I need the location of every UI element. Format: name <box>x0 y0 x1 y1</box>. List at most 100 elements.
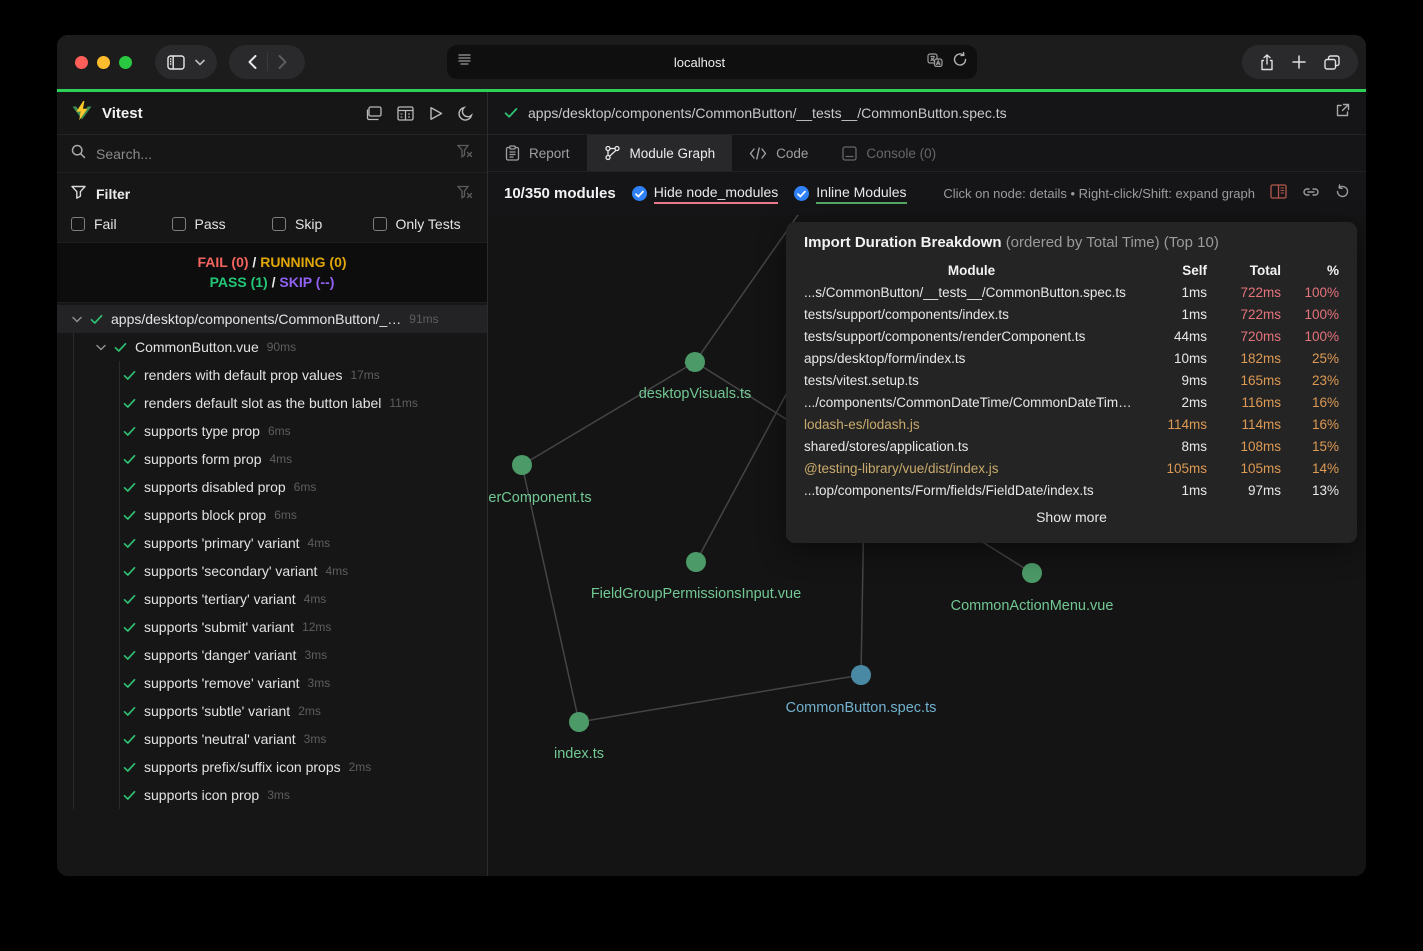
graph-node-label-index[interactable]: index.ts <box>554 746 604 762</box>
test-label[interactable]: supports 'secondary' variant <box>144 563 317 579</box>
test-label[interactable]: supports icon prop <box>144 787 259 803</box>
module-graph-canvas[interactable]: desktopVisuals.ts erComponent.ts FieldGrou… <box>488 215 1366 876</box>
toggle-hide-node-modules[interactable]: Hide node_modules <box>632 184 779 204</box>
test-label[interactable]: renders default slot as the button label <box>144 395 381 411</box>
graph-node-label-commonActionMenu[interactable]: CommonActionMenu.vue <box>951 598 1114 614</box>
tab-code[interactable]: Code <box>732 135 825 171</box>
sidebar-toggle-group[interactable] <box>155 45 217 79</box>
module-name[interactable]: shared/stores/application.ts <box>804 436 1139 458</box>
test-row[interactable]: supports 'submit' variant12ms <box>120 613 487 641</box>
chevron-down-icon[interactable] <box>96 344 106 351</box>
legend-book-icon[interactable] <box>1270 184 1287 204</box>
test-row[interactable]: renders with default prop values17ms <box>120 361 487 389</box>
suite-row[interactable]: CommonButton.vue 90ms <box>74 333 487 361</box>
module-name[interactable]: ...top/components/Form/fields/FieldDate/… <box>804 480 1139 502</box>
test-row[interactable]: supports 'remove' variant3ms <box>120 669 487 697</box>
tab-console-0[interactable]: Console (0) <box>825 135 953 171</box>
graph-node-commonButtonSpec[interactable] <box>851 665 871 685</box>
filter-option-skip[interactable]: Skip <box>272 216 373 232</box>
test-row[interactable]: supports form prop4ms <box>120 445 487 473</box>
module-name[interactable]: .../components/CommonDateTime/CommonDate… <box>804 392 1139 414</box>
test-label[interactable]: supports block prop <box>144 507 266 523</box>
test-label[interactable]: supports 'neutral' variant <box>144 731 296 747</box>
test-label[interactable]: supports disabled prop <box>144 479 286 495</box>
dark-mode-icon[interactable] <box>458 106 473 121</box>
module-name[interactable]: apps/desktop/form/index.ts <box>804 348 1139 370</box>
test-row[interactable]: supports prefix/suffix icon props2ms <box>120 753 487 781</box>
share-icon[interactable] <box>1260 54 1274 71</box>
filter-option-pass[interactable]: Pass <box>172 216 273 232</box>
test-label[interactable]: supports 'primary' variant <box>144 535 300 551</box>
module-name[interactable]: tests/support/components/index.ts <box>804 304 1139 326</box>
checkbox[interactable] <box>272 217 286 231</box>
module-name[interactable]: tests/support/components/renderComponent… <box>804 326 1139 348</box>
back-button[interactable] <box>248 55 257 69</box>
checked-checkbox[interactable] <box>794 186 809 201</box>
open-external-icon[interactable] <box>1335 103 1350 123</box>
module-name[interactable]: @testing-library/vue/dist/index.js <box>804 458 1139 480</box>
filter-option-fail[interactable]: Fail <box>71 216 172 232</box>
suite-label[interactable]: CommonButton.vue <box>135 339 259 355</box>
module-name[interactable]: ...s/CommonButton/__tests__/CommonButton… <box>804 282 1139 304</box>
reset-graph-icon[interactable] <box>1335 184 1350 204</box>
clear-search-filter-icon[interactable] <box>457 144 473 163</box>
run-all-icon[interactable] <box>429 106 443 121</box>
graph-node-label-desktopVisuals[interactable]: desktopVisuals.ts <box>639 386 752 402</box>
test-label[interactable]: supports 'danger' variant <box>144 647 296 663</box>
test-label[interactable]: supports type prop <box>144 423 260 439</box>
test-row[interactable]: supports type prop6ms <box>120 417 487 445</box>
test-label[interactable]: supports prefix/suffix icon props <box>144 759 341 775</box>
test-row[interactable]: supports block prop6ms <box>120 501 487 529</box>
test-file-row[interactable]: apps/desktop/components/CommonButton/_… … <box>57 305 487 333</box>
checked-checkbox[interactable] <box>632 186 647 201</box>
graph-node-label-commonButtonSpec[interactable]: CommonButton.spec.ts <box>786 700 937 716</box>
address-bar[interactable]: localhost <box>447 45 977 79</box>
test-row[interactable]: supports 'tertiary' variant4ms <box>120 585 487 613</box>
module-name[interactable]: tests/vitest.setup.ts <box>804 370 1139 392</box>
checkbox[interactable] <box>373 217 387 231</box>
reload-icon[interactable] <box>953 52 967 72</box>
sidebar-toggle-icon[interactable] <box>167 55 185 70</box>
graph-node-label-renderComponent[interactable]: erComponent.ts <box>488 490 591 506</box>
test-row[interactable]: supports 'neutral' variant3ms <box>120 725 487 753</box>
test-label[interactable]: supports form prop <box>144 451 262 467</box>
test-row[interactable]: supports 'primary' variant4ms <box>120 529 487 557</box>
graph-node-commonActionMenu[interactable] <box>1022 563 1042 583</box>
graph-node-label-fieldGroupPermissionsInput[interactable]: FieldGroupPermissionsInput.vue <box>591 586 801 602</box>
url-text[interactable]: localhost <box>472 55 927 70</box>
tab-module-graph[interactable]: Module Graph <box>587 135 733 171</box>
module-name[interactable]: lodash-es/lodash.js <box>804 414 1139 436</box>
toggle-label[interactable]: Hide node_modules <box>654 184 779 204</box>
graph-node-desktopVisuals[interactable] <box>685 352 705 372</box>
tab-report[interactable]: Report <box>488 135 587 171</box>
new-tab-icon[interactable] <box>1292 55 1306 69</box>
forward-button[interactable] <box>278 55 287 69</box>
checkbox[interactable] <box>71 217 85 231</box>
translate-icon[interactable] <box>927 53 943 72</box>
chevron-down-icon[interactable] <box>72 316 82 323</box>
test-row[interactable]: supports 'secondary' variant4ms <box>120 557 487 585</box>
test-file-label[interactable]: apps/desktop/components/CommonButton/_… <box>111 311 401 327</box>
graph-node-index[interactable] <box>569 712 589 732</box>
test-label[interactable]: supports 'submit' variant <box>144 619 294 635</box>
graph-node-fieldGroupPermissionsInput[interactable] <box>686 552 706 572</box>
toggle-label[interactable]: Inline Modules <box>816 184 906 204</box>
coverage-icon[interactable] <box>397 106 414 121</box>
close-window-button[interactable] <box>75 56 88 69</box>
test-row[interactable]: supports 'subtle' variant2ms <box>120 697 487 725</box>
test-label[interactable]: supports 'subtle' variant <box>144 703 290 719</box>
show-more-button[interactable]: Show more <box>804 509 1339 525</box>
test-label[interactable]: supports 'remove' variant <box>144 675 300 691</box>
clear-filter-icon[interactable] <box>457 185 473 202</box>
reader-icon[interactable] <box>457 53 472 71</box>
search-input[interactable] <box>96 146 447 162</box>
minimize-window-button[interactable] <box>97 56 110 69</box>
chevron-down-icon[interactable] <box>195 59 205 66</box>
dashboard-icon[interactable] <box>365 106 382 121</box>
test-row[interactable]: supports disabled prop6ms <box>120 473 487 501</box>
graph-node-renderComponent[interactable] <box>512 455 532 475</box>
test-label[interactable]: renders with default prop values <box>144 367 342 383</box>
test-row[interactable]: renders default slot as the button label… <box>120 389 487 417</box>
test-label[interactable]: supports 'tertiary' variant <box>144 591 296 607</box>
test-row[interactable]: supports icon prop3ms <box>120 781 487 809</box>
